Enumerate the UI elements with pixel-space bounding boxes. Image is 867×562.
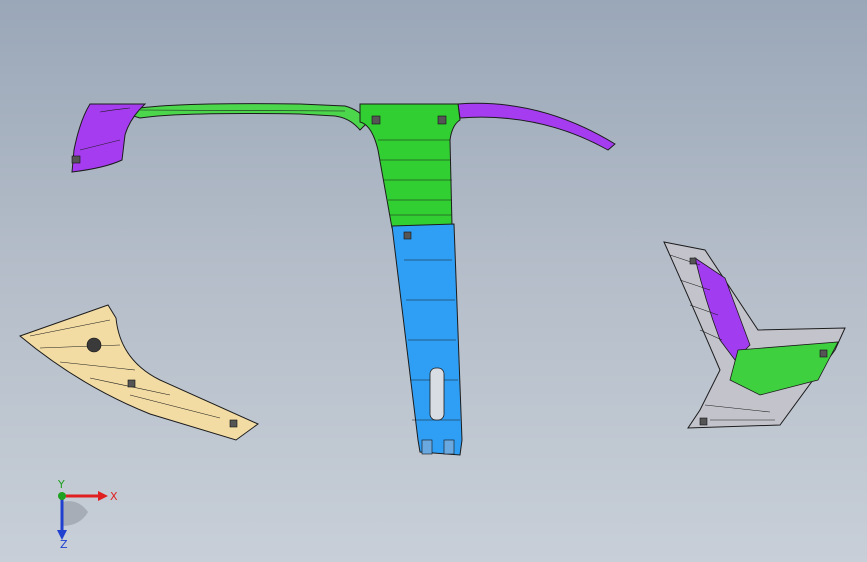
headliner-rail-left-end[interactable]	[71, 103, 147, 173]
c-pillar-trim[interactable]	[663, 241, 846, 429]
x-axis-label: X	[110, 490, 118, 503]
headliner-rail-left[interactable]	[118, 103, 369, 131]
y-axis-label: Y	[57, 478, 65, 491]
a-pillar-trim[interactable]	[19, 304, 259, 441]
b-pillar-upper[interactable]	[359, 103, 461, 229]
z-axis-label: Z	[60, 538, 68, 548]
model-scene[interactable]	[0, 0, 867, 562]
x-arrow-icon	[98, 491, 108, 501]
coordinate-triad: X Y Z	[57, 478, 118, 548]
headliner-rail-right-end[interactable]	[457, 102, 616, 151]
y-axis-dot	[58, 492, 66, 500]
b-pillar-lower[interactable]	[391, 223, 463, 456]
triad-shadow	[62, 501, 88, 526]
3d-viewport[interactable]: X Y Z	[0, 0, 867, 562]
